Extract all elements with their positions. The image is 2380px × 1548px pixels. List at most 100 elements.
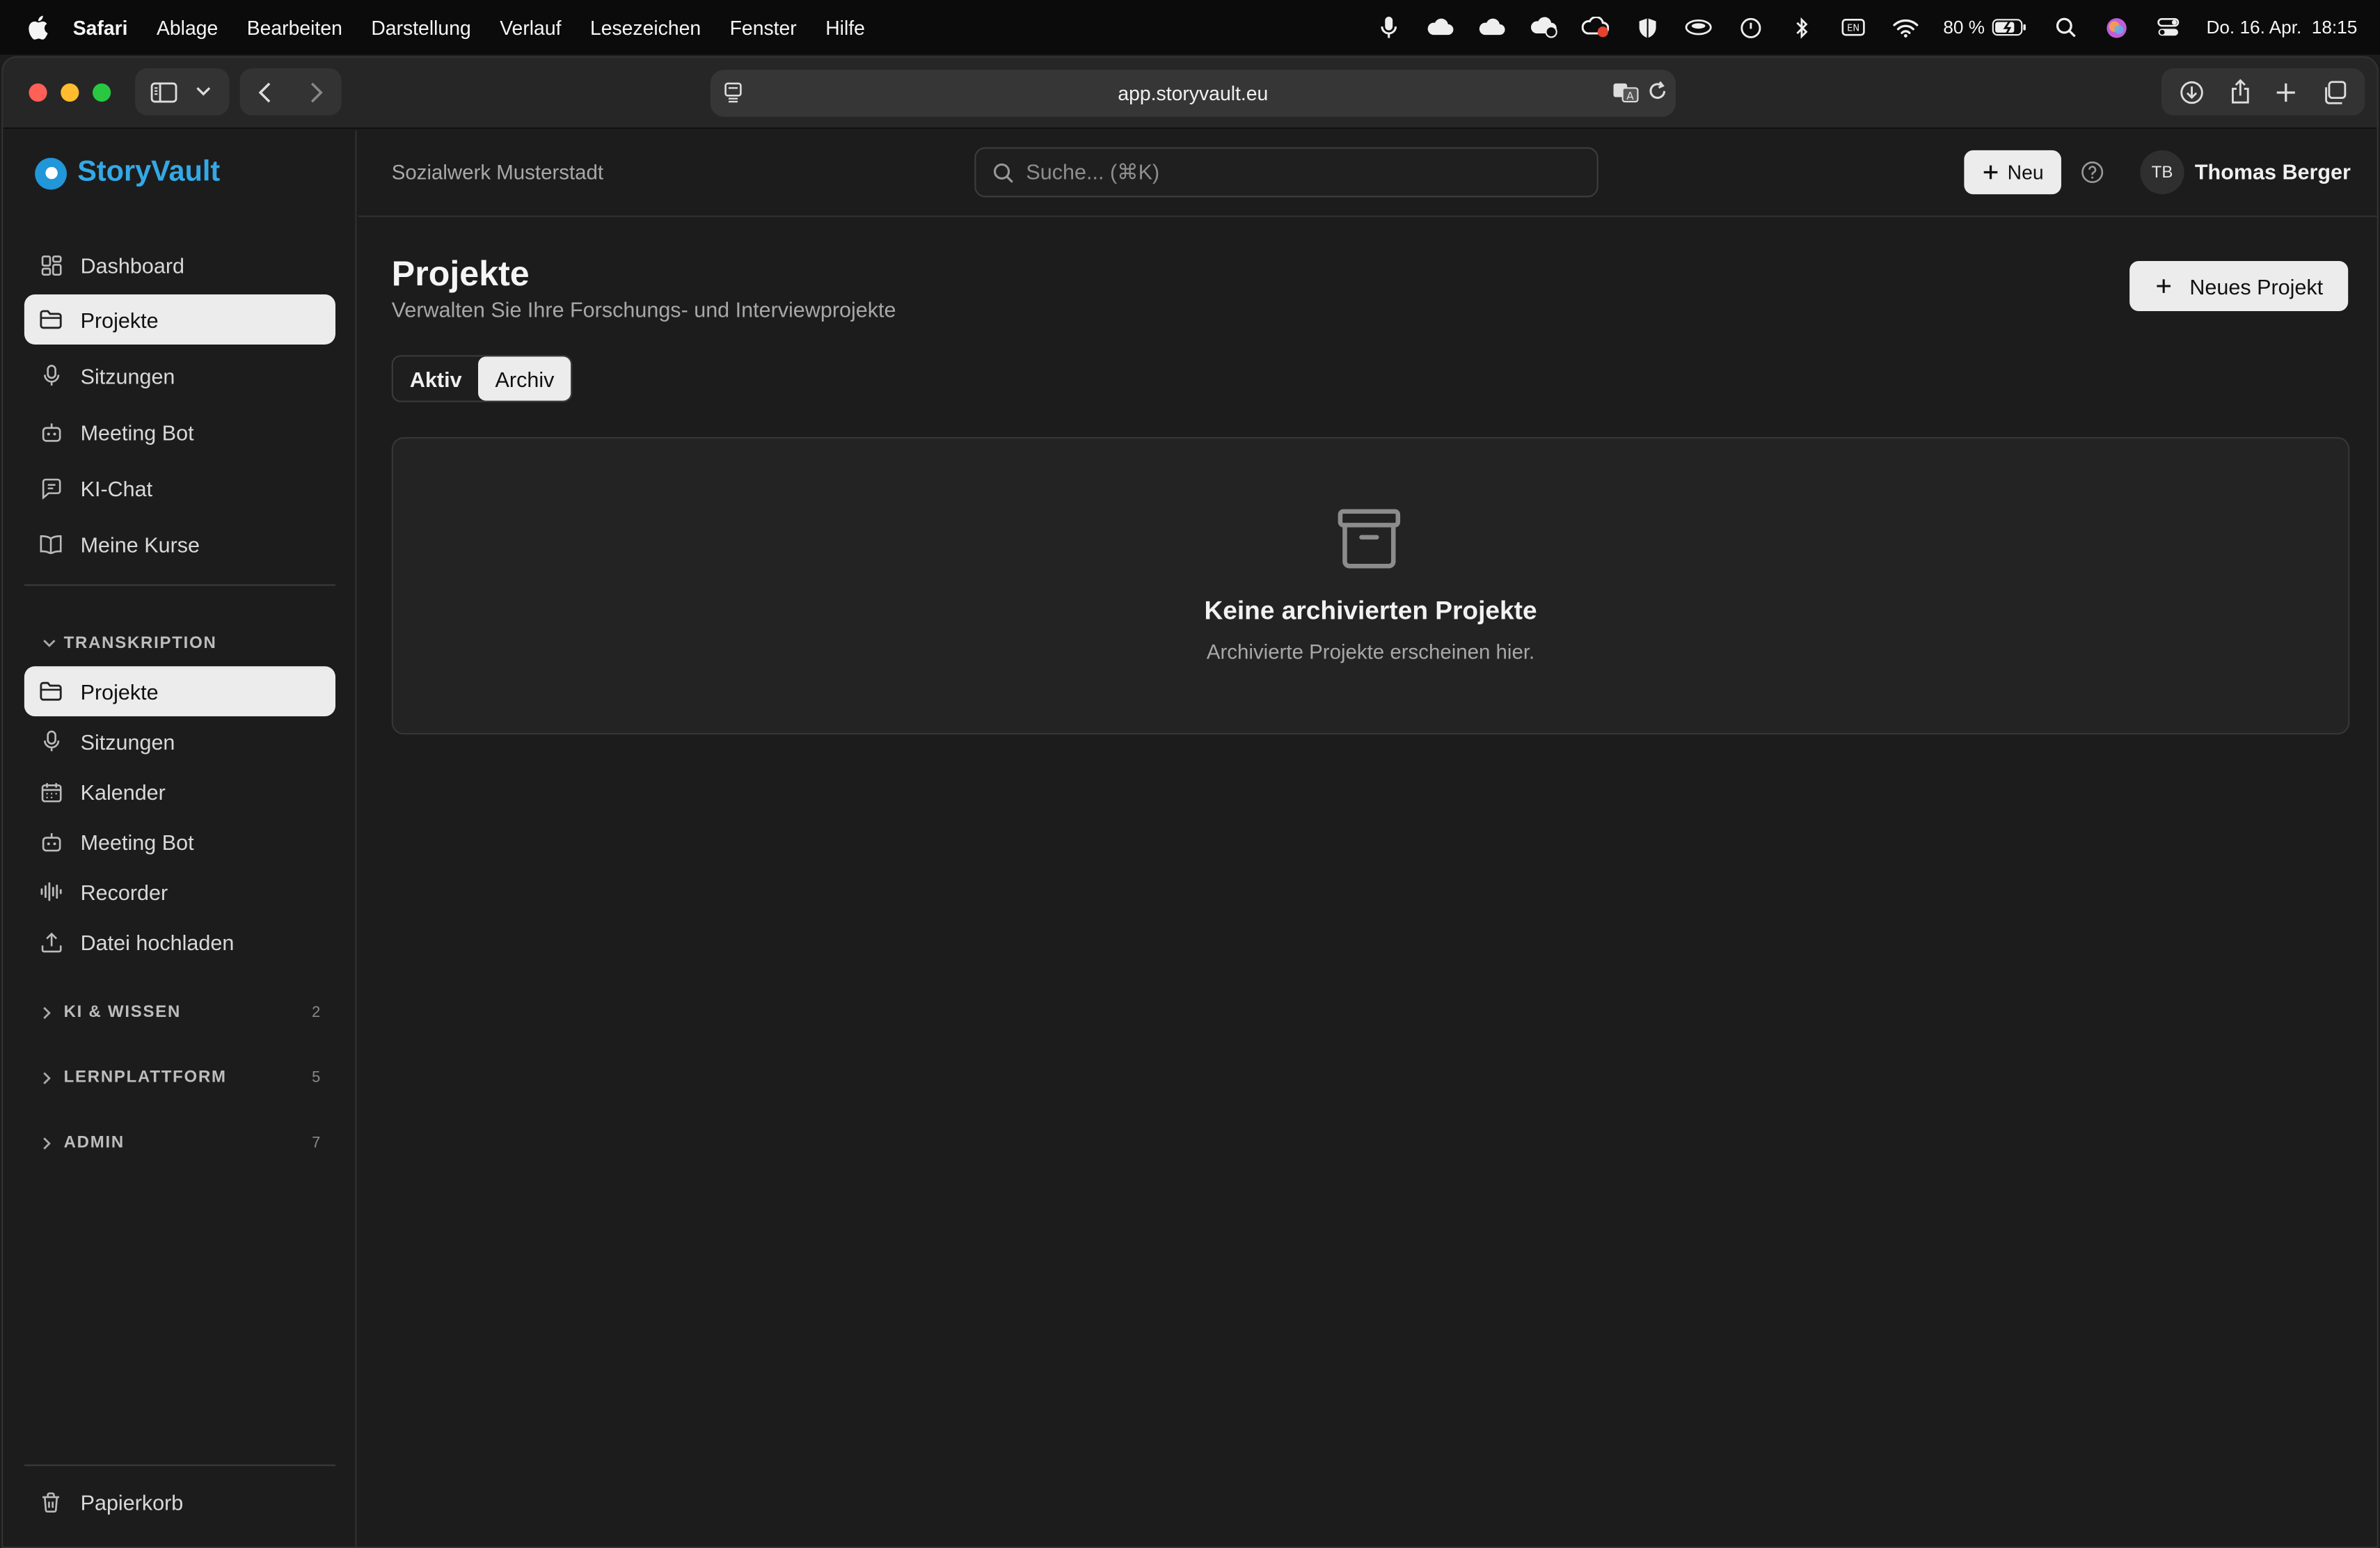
search-icon[interactable] (2052, 15, 2079, 40)
sidebar-item-transkription-sitzungen[interactable]: Sitzungen (24, 716, 335, 766)
coffee-icon[interactable] (1685, 15, 1713, 40)
sidebar-divider (24, 1464, 336, 1467)
cloud-icon[interactable] (1427, 15, 1454, 40)
url-text[interactable]: app.storyvault.eu (1118, 82, 1268, 105)
zoom-window-button[interactable] (93, 83, 111, 102)
bot-icon (40, 420, 63, 443)
forward-icon[interactable] (309, 81, 323, 103)
close-window-button[interactable] (29, 83, 47, 102)
sidebar-item-meeting-bot[interactable]: Meeting Bot (24, 406, 335, 457)
organization-name[interactable]: Sozialwerk Musterstadt (392, 161, 603, 184)
menu-verlauf[interactable]: Verlauf (500, 16, 561, 39)
menu-fenster[interactable]: Fenster (730, 16, 797, 39)
empty-state-title: Keine archivierten Projekte (1204, 596, 1537, 626)
calendar-icon (40, 780, 63, 803)
siri-icon[interactable] (2103, 15, 2130, 40)
address-bar[interactable]: app.storyvault.eu A (710, 70, 1676, 117)
apple-icon[interactable] (27, 15, 49, 40)
keyboard-input-icon[interactable]: EN (1840, 15, 1867, 40)
mic-icon (40, 364, 63, 387)
reload-icon[interactable] (1647, 81, 1669, 106)
menu-bearbeiten[interactable]: Bearbeiten (247, 16, 342, 39)
new-button[interactable]: Neu (1964, 150, 2061, 195)
sidebar-item-label: Meeting Bot (80, 829, 194, 854)
tab-overview-icon[interactable] (2322, 79, 2347, 104)
section-count: 5 (312, 1069, 321, 1087)
record-status-icon[interactable] (1582, 15, 1610, 40)
sidebar-item-ki-chat[interactable]: KI-Chat (24, 463, 335, 513)
svg-text:EN: EN (1848, 24, 1860, 34)
sidebar-toggle-icon[interactable] (150, 81, 177, 103)
section-title: TRANSKRIPTION (63, 634, 217, 653)
minimize-window-button[interactable] (61, 83, 79, 102)
sidebar-item-label: Papierkorb (80, 1490, 184, 1514)
folder-icon (40, 680, 63, 703)
shield-icon[interactable] (1633, 15, 1660, 40)
search-input[interactable]: Suche... (⌘K) (974, 147, 1598, 198)
menubar-datetime[interactable]: Do. 16. Apr. 18:15 (2206, 17, 2357, 38)
menu-hilfe[interactable]: Hilfe (825, 16, 865, 39)
new-project-button[interactable]: Neues Projekt (2129, 261, 2349, 311)
project-tabs: Aktiv Archiv (391, 355, 573, 402)
share-icon[interactable] (2230, 79, 2251, 104)
app-header: Sozialwerk Musterstadt Suche... (⌘K) Neu… (358, 131, 2377, 217)
section-title: LERNPLATTFORM (63, 1068, 227, 1087)
section-ki-wissen[interactable]: KI & WISSEN 2 (42, 1003, 320, 1021)
translate-icon[interactable]: A (1612, 82, 1639, 108)
new-tab-icon[interactable] (2276, 81, 2297, 103)
sidebar-item-transkription-meeting-bot[interactable]: Meeting Bot (24, 816, 335, 867)
section-lernplattform[interactable]: LERNPLATTFORM 5 (42, 1068, 320, 1087)
sidebar-item-sitzungen[interactable]: Sitzungen (24, 351, 335, 401)
page-settings-icon[interactable] (722, 81, 744, 109)
sidebar-item-label: Meeting Bot (80, 419, 194, 444)
wifi-icon[interactable] (1891, 15, 1919, 40)
section-count: 2 (312, 1004, 321, 1021)
tab-aktiv[interactable]: Aktiv (393, 356, 479, 400)
chat-icon (40, 477, 63, 500)
sidebar-item-papierkorb[interactable]: Papierkorb (24, 1477, 335, 1527)
sidebar-item-kalender[interactable]: Kalender (24, 766, 335, 816)
menu-ablage[interactable]: Ablage (157, 16, 218, 39)
mic-icon (40, 730, 63, 753)
sidebar-item-transkription-projekte[interactable]: Projekte (24, 666, 336, 717)
tab-archiv[interactable]: Archiv (478, 356, 571, 401)
section-admin[interactable]: ADMIN 7 (42, 1134, 320, 1152)
plus-icon (2155, 278, 2171, 294)
sidebar-item-label: Kalender (80, 779, 166, 804)
sidebar-item-label: Projekte (80, 307, 159, 332)
microphone-icon[interactable] (1376, 15, 1403, 40)
waveform-icon (40, 880, 63, 903)
help-icon[interactable] (2081, 161, 2104, 191)
trash-icon (40, 1490, 63, 1513)
cloud-sync-icon[interactable] (1530, 15, 1558, 40)
dashboard-icon (40, 253, 63, 276)
sidebar-item-dashboard[interactable]: Dashboard (24, 240, 335, 290)
history-nav-group (239, 68, 342, 116)
sidebar-item-recorder[interactable]: Recorder (24, 867, 335, 917)
timer-icon[interactable] (1737, 15, 1764, 40)
section-transkription[interactable]: TRANSKRIPTION (42, 634, 320, 653)
chevron-right-icon (42, 1006, 58, 1020)
brand-logo[interactable]: StoryVault (35, 157, 220, 190)
control-center-icon[interactable] (2155, 15, 2182, 40)
menu-app-name[interactable]: Safari (73, 16, 128, 39)
sidebar-item-datei-hochladen[interactable]: Datei hochladen (24, 917, 335, 967)
cloud-icon[interactable] (1479, 15, 1506, 40)
brand-name: StoryVault (77, 156, 221, 189)
sidebar-item-projekte[interactable]: Projekte (24, 294, 336, 345)
menu-lesezeichen[interactable]: Lesezeichen (590, 16, 701, 39)
chevron-right-icon (42, 1136, 58, 1150)
back-icon[interactable] (258, 81, 272, 103)
downloads-icon[interactable] (2180, 79, 2205, 104)
bluetooth-icon[interactable] (1788, 15, 1816, 40)
sidebar-item-meine-kurse[interactable]: Meine Kurse (24, 519, 335, 569)
battery-percent: 80 % (1943, 16, 1985, 38)
user-name[interactable]: Thomas Berger (2195, 159, 2351, 184)
menu-darstellung[interactable]: Darstellung (371, 16, 470, 39)
chevron-down-icon[interactable] (196, 86, 211, 97)
archive-icon (1338, 508, 1402, 576)
chevron-down-icon (42, 639, 58, 648)
avatar[interactable]: TB (2140, 150, 2184, 195)
battery-icon[interactable] (1991, 15, 2027, 40)
section-count: 7 (312, 1134, 321, 1151)
